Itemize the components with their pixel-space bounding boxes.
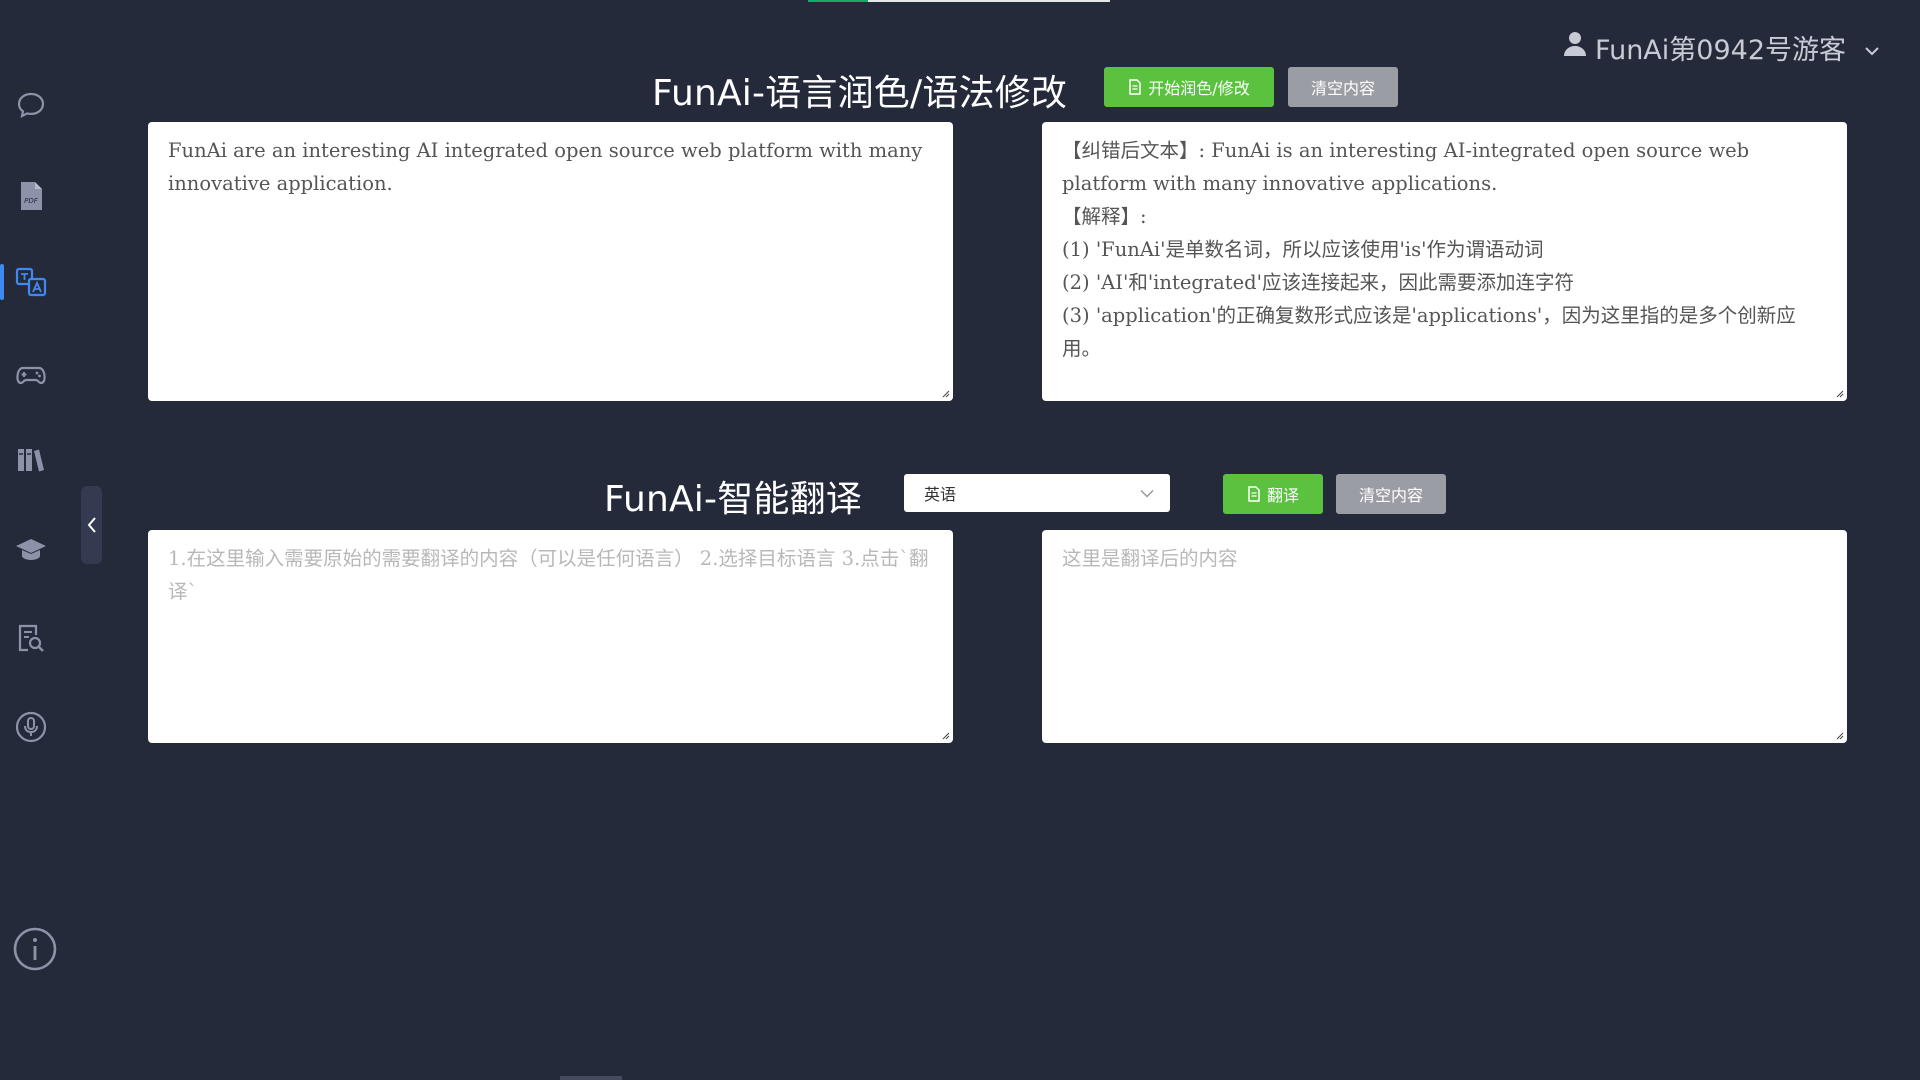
scrollbar-thumb[interactable] — [560, 1076, 622, 1080]
polish-output-line: (1) 'FunAi'是单数名词，所以应该使用'is'作为谓语动词 — [1062, 238, 1544, 261]
polish-output-panel[interactable]: 【纠错后文本】: FunAi is an interesting AI-inte… — [1042, 122, 1847, 401]
translate-clear-label: 清空内容 — [1358, 486, 1423, 505]
translate-input-panel — [148, 530, 953, 743]
polish-clear-label: 清空内容 — [1310, 79, 1375, 98]
chevron-down-icon — [1854, 32, 1880, 63]
chat-bubble-icon — [17, 92, 45, 119]
sidebar-item-document-search[interactable] — [0, 608, 62, 668]
chevron-down-icon — [1140, 489, 1154, 498]
translate-button[interactable]: 翻译 — [1223, 474, 1323, 514]
user-menu[interactable]: FunAi第0942号游客 — [1563, 28, 1880, 67]
sidebar-item-chat[interactable] — [0, 75, 62, 135]
start-polish-label: 开始润色/修改 — [1148, 79, 1250, 98]
microphone-icon — [15, 711, 47, 743]
loading-progress-bar — [808, 0, 1110, 2]
gamepad-icon — [16, 366, 46, 385]
graduation-cap-icon — [16, 539, 46, 560]
sidebar-item-education[interactable] — [0, 519, 62, 579]
start-polish-button[interactable]: 开始润色/修改 — [1104, 67, 1274, 107]
target-language-select[interactable]: 英语 — [904, 474, 1170, 512]
document-search-icon — [18, 624, 44, 652]
polish-input[interactable]: FunAi are an interesting AI integrated o… — [168, 134, 933, 389]
translate-output-panel — [1042, 530, 1847, 743]
sidebar-collapse-button[interactable] — [81, 486, 102, 564]
sidebar-item-translate[interactable] — [0, 252, 62, 312]
svg-text:PDF: PDF — [24, 197, 39, 205]
polish-output-line: (2) 'AI'和'integrated'应该连接起来，因此需要添加连字符 — [1062, 271, 1575, 294]
pdf-file-icon: PDF — [21, 182, 42, 210]
target-language-value: 英语 — [924, 485, 957, 504]
resize-grip-icon[interactable] — [940, 388, 950, 398]
books-icon — [18, 449, 44, 472]
document-icon — [1248, 486, 1260, 502]
sidebar-item-library[interactable] — [0, 430, 62, 490]
user-icon — [1563, 31, 1587, 64]
translate-title: FunAi-智能翻译 — [604, 479, 862, 520]
translate-label: 翻译 — [1266, 486, 1299, 505]
polish-output-line: 【纠错后文本】: FunAi is an interesting AI-inte… — [1062, 139, 1756, 195]
translate-clear-button[interactable]: 清空内容 — [1336, 474, 1446, 514]
info-icon[interactable] — [12, 926, 58, 972]
loading-progress-fill — [808, 0, 869, 2]
chevron-left-icon — [87, 517, 96, 533]
translate-icon — [15, 267, 47, 297]
sidebar-item-pdf[interactable]: PDF — [0, 166, 62, 226]
sidebar: PDF — [0, 0, 62, 1080]
resize-grip-icon[interactable] — [1834, 730, 1844, 740]
sidebar-item-voice[interactable] — [0, 697, 62, 757]
translate-output[interactable] — [1062, 542, 1827, 731]
polish-output-line: 【解释】: — [1062, 205, 1147, 228]
user-name: FunAi第0942号游客 — [1595, 35, 1846, 66]
resize-grip-icon[interactable] — [940, 730, 950, 740]
polish-title: FunAi-语言润色/语法修改 — [652, 73, 1068, 114]
polish-clear-button[interactable]: 清空内容 — [1288, 67, 1398, 107]
polish-input-panel: FunAi are an interesting AI integrated o… — [148, 122, 953, 401]
sidebar-item-game[interactable] — [0, 344, 62, 404]
resize-grip-icon[interactable] — [1834, 388, 1844, 398]
document-icon — [1129, 79, 1142, 95]
polish-output-line: (3) 'application'的正确复数形式应该是'applications… — [1062, 304, 1796, 360]
translate-input[interactable] — [168, 542, 933, 731]
